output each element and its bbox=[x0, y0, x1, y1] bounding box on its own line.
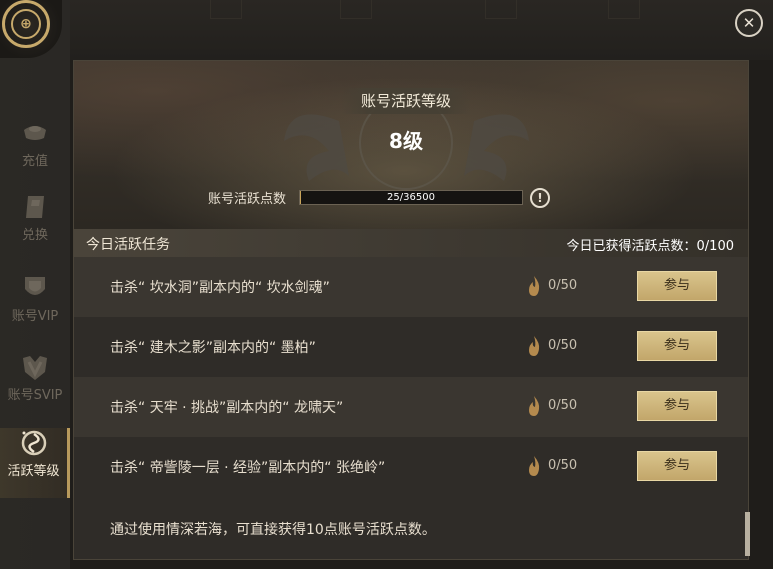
top-ornament bbox=[485, 0, 517, 19]
close-icon: ✕ bbox=[742, 14, 756, 32]
vip-shield-icon bbox=[25, 277, 45, 295]
close-button[interactable]: ✕ bbox=[735, 9, 763, 37]
join-button[interactable]: 参与 bbox=[637, 271, 717, 301]
flame-icon bbox=[529, 336, 540, 356]
task-description: 击杀“ 天牢 · 挑战”副本内的“ 龙啸天” bbox=[110, 400, 344, 416]
sidebar-item-activity-level[interactable]: 活跃等级 bbox=[0, 428, 70, 498]
logo-emblem-icon: ⊕ bbox=[2, 0, 50, 48]
task-progress: 0/50 bbox=[548, 398, 578, 413]
top-ornament bbox=[340, 0, 372, 19]
svip-emblem-icon bbox=[23, 356, 47, 380]
sidebar: ⊕ 充值 兑换 账号VIP 账号SVIP 活跃等级 bbox=[0, 0, 70, 569]
sidebar-item-label: 充值 bbox=[21, 154, 48, 169]
sidebar-item-recharge[interactable]: 充值 bbox=[0, 118, 70, 188]
task-description: 击杀“ 建木之影”副本内的“ 墨柏” bbox=[110, 340, 316, 356]
task-row: 击杀“ 帝訾陵一层 · 经验”副本内的“ 张绝岭” 0/50 参与 bbox=[74, 437, 748, 497]
level-value: 8级 bbox=[389, 129, 423, 153]
task-progress: 0/50 bbox=[548, 458, 578, 473]
section-title: 今日活跃任务 bbox=[86, 237, 170, 253]
activity-panel: 账号活跃等级 8级 账号活跃点数 25/36500 ! 今日活跃任务 今日已获得… bbox=[73, 60, 749, 560]
daily-points-total: 今日已获得活跃点数：0/100 bbox=[566, 239, 734, 254]
task-row: 击杀“ 坎水洞”副本内的“ 坎水剑魂” 0/50 参与 bbox=[74, 257, 748, 317]
exchange-icon bbox=[26, 196, 44, 218]
sidebar-item-vip[interactable]: 账号VIP bbox=[0, 273, 70, 343]
task-progress: 0/50 bbox=[548, 278, 578, 293]
level-title: 账号活跃等级 bbox=[341, 88, 471, 114]
task-progress: 0/50 bbox=[548, 338, 578, 353]
ingot-icon bbox=[24, 126, 46, 140]
section-header: 今日活跃任务 今日已获得活跃点数：0/100 bbox=[74, 229, 748, 257]
task-description: 击杀“ 坎水洞”副本内的“ 坎水剑魂” bbox=[110, 280, 330, 296]
join-button[interactable]: 参与 bbox=[637, 451, 717, 481]
info-icon[interactable]: ! bbox=[530, 188, 550, 208]
join-button[interactable]: 参与 bbox=[637, 391, 717, 421]
footer-note: 通过使用情深若海，可直接获得10点账号活跃点数。 bbox=[74, 497, 748, 559]
top-ornament bbox=[210, 0, 242, 19]
sidebar-item-exchange[interactable]: 兑换 bbox=[0, 192, 70, 262]
flame-icon bbox=[529, 276, 540, 296]
task-description: 击杀“ 帝訾陵一层 · 经验”副本内的“ 张绝岭” bbox=[110, 460, 386, 476]
points-progress-text: 25/36500 bbox=[387, 192, 435, 203]
task-row: 击杀“ 建木之影”副本内的“ 墨柏” 0/50 参与 bbox=[74, 317, 748, 377]
join-button[interactable]: 参与 bbox=[637, 331, 717, 361]
sidebar-item-svip[interactable]: 账号SVIP bbox=[0, 352, 70, 422]
sidebar-item-label: 兑换 bbox=[21, 228, 48, 243]
points-label: 账号活跃点数 bbox=[208, 192, 287, 207]
points-progress-bar: 25/36500 bbox=[299, 190, 523, 205]
footer-note-text: 通过使用情深若海，可直接获得10点账号活跃点数。 bbox=[110, 522, 436, 538]
task-row: 击杀“ 天牢 · 挑战”副本内的“ 龙啸天” 0/50 参与 bbox=[74, 377, 748, 437]
game-logo: ⊕ bbox=[0, 0, 62, 58]
sidebar-item-label: 账号VIP bbox=[11, 309, 59, 324]
flame-icon bbox=[529, 396, 540, 416]
activity-swirl-icon bbox=[21, 430, 46, 456]
sidebar-item-label: 账号SVIP bbox=[7, 388, 63, 403]
flame-icon bbox=[529, 456, 540, 476]
top-background bbox=[0, 0, 773, 60]
level-header: 账号活跃等级 8级 账号活跃点数 25/36500 ! bbox=[74, 61, 748, 229]
sidebar-item-label: 活跃等级 bbox=[7, 464, 60, 479]
top-ornament bbox=[608, 0, 640, 19]
scrollbar[interactable] bbox=[745, 512, 750, 556]
